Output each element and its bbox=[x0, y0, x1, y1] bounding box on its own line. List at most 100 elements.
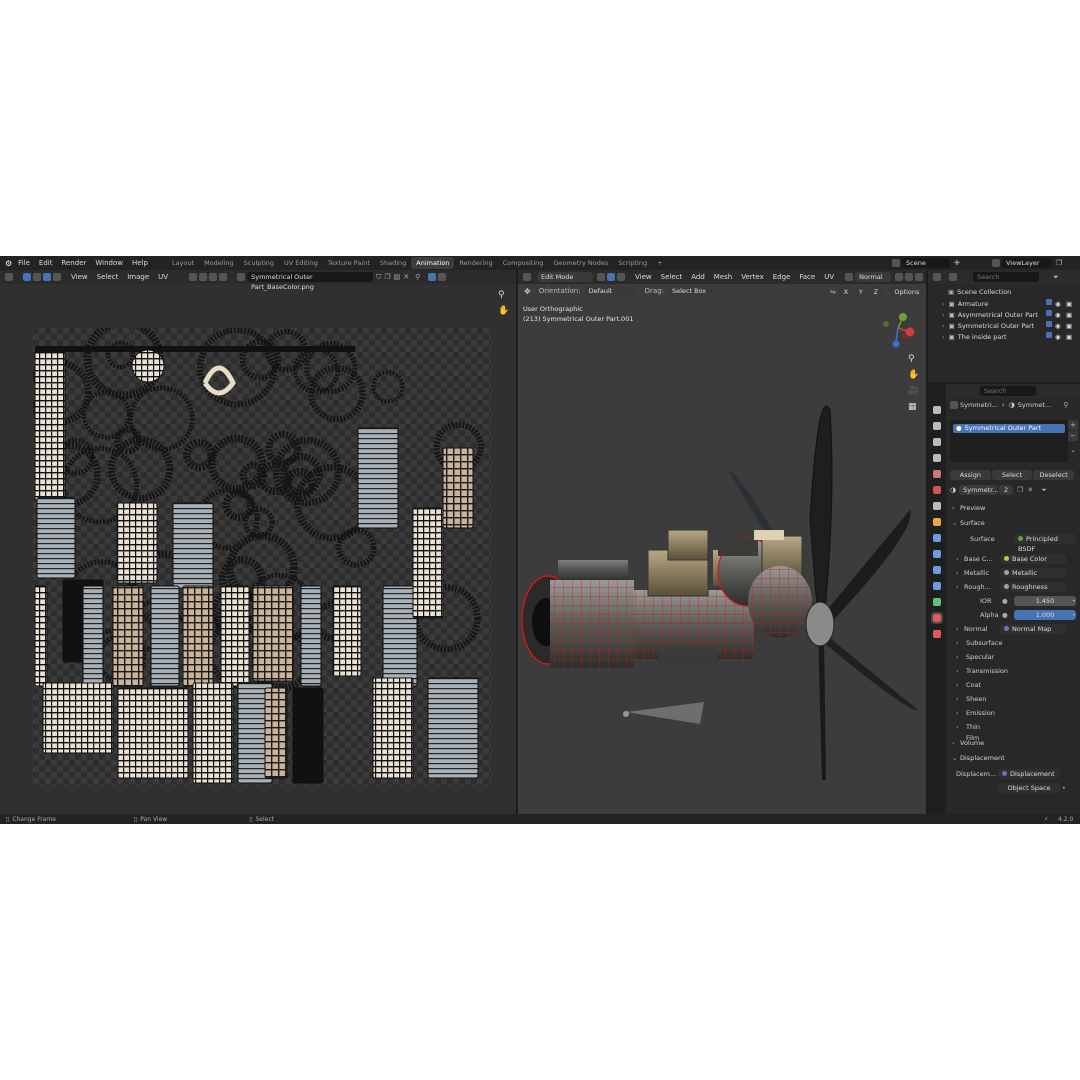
shading-normal-dropdown[interactable]: Normal bbox=[855, 272, 892, 282]
constraints-tab-icon[interactable] bbox=[933, 582, 941, 590]
deselect-button[interactable]: Deselect bbox=[1033, 470, 1075, 480]
object-space-dropdown[interactable]: Object Space bbox=[998, 783, 1060, 793]
face-mode-icon[interactable] bbox=[617, 273, 625, 281]
outliner-item[interactable]: › ▣ Symmetrical Outer Part ◉ ▣ bbox=[942, 321, 1078, 332]
display-channels-icon[interactable] bbox=[438, 273, 447, 281]
material-slot-list[interactable]: ● Symmetrical Outer Part bbox=[950, 420, 1068, 462]
view-layer-tab-icon[interactable] bbox=[933, 454, 941, 462]
close-image-icon[interactable]: ✕ bbox=[403, 273, 409, 281]
uv-menu-select[interactable]: Select bbox=[97, 273, 119, 281]
roughness-expand-icon[interactable]: › bbox=[956, 582, 959, 593]
sync-selection-icon[interactable] bbox=[23, 273, 31, 281]
filter-icon[interactable]: ⏷ bbox=[1053, 273, 1059, 282]
outliner-item[interactable]: › ▣ Asymmetrical Outer Part ◉ ▣ bbox=[942, 310, 1078, 321]
fake-user-icon[interactable]: ⛉ bbox=[376, 273, 381, 282]
outliner-item[interactable]: › ▣ Armature ◉ ▣ bbox=[942, 299, 1078, 310]
object-tab-icon[interactable] bbox=[933, 518, 941, 526]
tab-compositing[interactable]: Compositing bbox=[498, 257, 549, 269]
tab-animation[interactable]: Animation bbox=[411, 257, 455, 269]
outliner-item[interactable]: › ▣ The inside part ◉ ▣ bbox=[942, 332, 1078, 343]
engine-model[interactable] bbox=[518, 380, 926, 800]
exclude-checkbox[interactable] bbox=[1046, 332, 1052, 338]
modifier-tab-icon[interactable] bbox=[933, 534, 941, 542]
expand-arrow-icon[interactable]: › bbox=[942, 322, 945, 330]
viewport-menu-select[interactable]: Select bbox=[661, 273, 683, 281]
eye-icon[interactable]: ◉ bbox=[1055, 299, 1061, 310]
pivot-icon[interactable] bbox=[189, 273, 198, 281]
node-tree-icon[interactable]: ⏷ bbox=[1041, 486, 1047, 495]
expand-arrow-icon[interactable]: › bbox=[942, 311, 945, 319]
breadcrumb-material[interactable]: Symmet... bbox=[1018, 401, 1051, 409]
axis-x-toggle[interactable]: X bbox=[838, 287, 853, 297]
tool-tab-icon[interactable] bbox=[933, 406, 941, 414]
add-workspace-button[interactable]: + bbox=[652, 257, 667, 269]
tab-uv-editing[interactable]: UV Editing bbox=[279, 257, 323, 269]
scene-field[interactable]: Scene bbox=[902, 258, 950, 268]
surface-shader-field[interactable]: Principled BSDF bbox=[1014, 534, 1076, 553]
axis-y-toggle[interactable]: Y bbox=[853, 287, 868, 297]
visibility-icon[interactable] bbox=[895, 273, 904, 281]
viewlayer-field[interactable]: ViewLayer bbox=[1002, 258, 1052, 268]
proportional-icon[interactable] bbox=[209, 273, 218, 281]
menu-help[interactable]: Help bbox=[132, 259, 148, 267]
metallic-expand-icon[interactable]: › bbox=[956, 568, 959, 579]
viewport-pan-icon[interactable]: ✋ bbox=[908, 370, 919, 380]
eye-icon[interactable]: ◉ bbox=[1055, 310, 1061, 321]
expand-arrow-icon[interactable]: › bbox=[942, 333, 945, 341]
uv-menu-view[interactable]: View bbox=[71, 273, 88, 281]
data-tab-icon[interactable] bbox=[933, 598, 941, 606]
snap-icon[interactable] bbox=[199, 273, 208, 281]
axis-z-toggle[interactable]: Z bbox=[868, 287, 883, 297]
tab-sculpting[interactable]: Sculpting bbox=[239, 257, 279, 269]
camera-icon[interactable]: ▣ bbox=[1066, 310, 1072, 321]
exclude-checkbox[interactable] bbox=[1046, 321, 1052, 327]
outliner-editor-type-icon[interactable] bbox=[933, 273, 941, 281]
viewport-menu-vertex[interactable]: Vertex bbox=[741, 273, 764, 281]
menu-edit[interactable]: Edit bbox=[39, 259, 53, 267]
mode-selector[interactable]: Edit Mode bbox=[537, 272, 593, 282]
options-dropdown[interactable]: Options bbox=[888, 287, 925, 297]
pin-image-icon[interactable]: ⚲ bbox=[415, 273, 420, 281]
navigation-gizmo[interactable] bbox=[874, 304, 922, 352]
metallic-value-field[interactable]: Metallic bbox=[1000, 568, 1066, 578]
base-color-value-field[interactable]: Base Color bbox=[1000, 554, 1066, 564]
exclude-checkbox[interactable] bbox=[1046, 310, 1052, 316]
alpha-keyframe-icon[interactable]: • bbox=[1072, 610, 1076, 621]
face-select-icon[interactable] bbox=[53, 273, 61, 281]
tab-shading[interactable]: Shading bbox=[375, 257, 411, 269]
remove-slot-button[interactable]: − bbox=[1068, 431, 1078, 441]
uv-menu-image[interactable]: Image bbox=[127, 273, 149, 281]
uv-menu-uv[interactable]: UV bbox=[158, 273, 168, 281]
orientation-dropdown[interactable]: Default bbox=[584, 286, 637, 296]
texture-tab-icon[interactable] bbox=[933, 630, 941, 638]
exclude-checkbox[interactable] bbox=[1046, 299, 1052, 305]
normal-value-field[interactable]: Normal Map bbox=[1000, 624, 1066, 634]
image-browse-icon[interactable] bbox=[237, 273, 246, 281]
xray-icon[interactable] bbox=[915, 273, 924, 281]
pin-properties-icon[interactable]: ⚲ bbox=[1063, 401, 1068, 409]
viewport-menu-view[interactable]: View bbox=[635, 273, 652, 281]
display-mode-icon[interactable] bbox=[949, 273, 957, 281]
viewport-menu-face[interactable]: Face bbox=[799, 273, 815, 281]
render-tab-icon[interactable] bbox=[933, 422, 941, 430]
gizmo-icon[interactable] bbox=[428, 273, 437, 281]
select-button[interactable]: Select bbox=[991, 470, 1033, 480]
eye-icon[interactable]: ◉ bbox=[1055, 332, 1061, 343]
menu-file[interactable]: File bbox=[18, 259, 30, 267]
eye-icon[interactable]: ◉ bbox=[1055, 321, 1061, 332]
world-tab-icon[interactable] bbox=[933, 486, 941, 494]
output-tab-icon[interactable] bbox=[933, 438, 941, 446]
material-name-field[interactable]: Symmetr... bbox=[959, 485, 999, 495]
duplicate-material-icon[interactable]: ❐ bbox=[1017, 486, 1023, 494]
transform-move-icon[interactable]: ✥ bbox=[524, 287, 531, 296]
viewport-zoom-icon[interactable]: ⚲ bbox=[908, 354, 915, 364]
viewport-menu-add[interactable]: Add bbox=[691, 273, 705, 281]
displacement-field[interactable]: Displacement bbox=[998, 769, 1060, 779]
drag-dropdown[interactable]: Select Box bbox=[667, 286, 712, 296]
panel-preview[interactable]: › Preview bbox=[952, 502, 985, 514]
base-color-expand-icon[interactable]: › bbox=[956, 554, 959, 565]
roughness-value-field[interactable]: Roughness bbox=[1000, 582, 1066, 592]
keyframe-dot-icon[interactable]: • bbox=[1062, 783, 1066, 794]
normal-expand-icon[interactable]: › bbox=[956, 624, 959, 635]
uv-texture-canvas[interactable] bbox=[33, 328, 491, 785]
